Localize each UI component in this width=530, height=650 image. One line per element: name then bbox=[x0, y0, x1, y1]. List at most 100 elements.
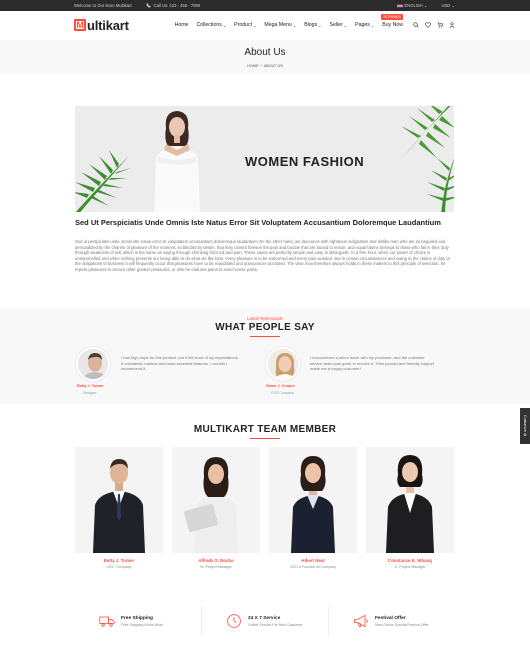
nav-item-mega-menu[interactable]: Mega Menu ⌄ bbox=[264, 22, 296, 28]
logo-text: ultikart bbox=[87, 17, 129, 33]
testimonial-item bbox=[266, 347, 300, 381]
service-item: 24 X 7 Service Online Service For New Cu… bbox=[202, 606, 329, 636]
phone-icon bbox=[146, 3, 151, 8]
phone-text: Call Us: 123 - 456 - 7890 bbox=[153, 3, 201, 8]
team-caption: Alfreda S. Rocha Sr. Project Manager bbox=[172, 553, 260, 575]
truck-icon bbox=[99, 616, 115, 627]
heart-icon[interactable] bbox=[425, 22, 431, 28]
testimonial-role: CEO Company bbox=[271, 391, 294, 395]
nav-item-label: Blogs bbox=[304, 22, 318, 28]
team-card[interactable]: Constance K. Whang Jr. Project Manager bbox=[366, 447, 454, 575]
team-caption: Betty J. Turner CEO, Company bbox=[75, 553, 163, 575]
logo[interactable]: Multikart bbox=[74, 18, 129, 33]
main-header: Multikart Home Collections ⌄ Product ⌄ Mega M… bbox=[0, 11, 530, 39]
woman-avatar-icon bbox=[268, 349, 298, 379]
service-item: Festival Offer New Online Special Festiv… bbox=[329, 606, 455, 636]
nav-item-seller[interactable]: Seller ⌄ bbox=[330, 22, 348, 28]
avatar bbox=[266, 347, 300, 381]
model-photo bbox=[154, 111, 200, 212]
buy-now-link[interactable]: 25 THEMES Buy Now bbox=[381, 14, 403, 28]
team-title: MULTIKART TEAM MEMBER bbox=[193, 424, 337, 435]
testimonial-name: Betty J. Turner bbox=[77, 384, 104, 388]
nav-item-pages[interactable]: Pages ⌄ bbox=[355, 22, 374, 28]
main-nav: Home Collections ⌄ Product ⌄ Mega Menu ⌄ Blogs ⌄… bbox=[175, 14, 403, 28]
language-label: ENGLISH bbox=[404, 3, 423, 8]
language-selector[interactable]: ENGLISH ⌄ bbox=[397, 3, 427, 8]
nav-item-label: Mega Menu bbox=[264, 22, 292, 28]
title-underline bbox=[250, 336, 280, 337]
team-member-name: Hibert Neal bbox=[301, 558, 325, 563]
page-header: About Us HOME / ABOUT US bbox=[0, 40, 530, 74]
breadcrumb-current: ABOUT US bbox=[263, 63, 283, 68]
currency-label: USD bbox=[441, 3, 451, 8]
chevron-down-icon: ⌄ bbox=[222, 22, 227, 28]
nav-item-product[interactable]: Product ⌄ bbox=[234, 22, 256, 28]
team-member-name: Constance K. Whang bbox=[388, 558, 432, 563]
palm-leaf-left-icon bbox=[75, 150, 131, 212]
chevron-down-icon: ⌄ bbox=[370, 22, 375, 28]
testimonial-name: Gwen J. Cooper bbox=[266, 384, 295, 388]
team-member-role: CEO, Company bbox=[106, 565, 132, 569]
team-member-photo bbox=[366, 447, 454, 553]
page-title: About Us bbox=[244, 46, 286, 58]
nav-item-label: Seller bbox=[329, 22, 343, 28]
testimonial-subtitle: Latest Testimonials bbox=[247, 316, 283, 321]
title-underline bbox=[250, 438, 280, 439]
team-caption: Constance K. Whang Jr. Project Manager bbox=[366, 553, 454, 575]
chevron-down-icon: ⌄ bbox=[318, 22, 322, 28]
service-item: Free Shipping Free Shipping World Wide bbox=[75, 606, 202, 636]
chevron-down-icon: ⌄ bbox=[343, 22, 348, 28]
testimonial-item bbox=[76, 347, 110, 381]
chevron-down-icon: ⌄ bbox=[423, 3, 428, 8]
palm-leaf-bottom-right-icon bbox=[427, 158, 454, 212]
service-title: Festival Offer bbox=[375, 615, 406, 621]
services-bar: Free Shipping Free Shipping World Wide 2… bbox=[75, 606, 455, 636]
service-desc: Online Service For New Customer bbox=[248, 622, 303, 627]
testimonial-section: Latest Testimonials WHAT PEOPLE SAY Bett… bbox=[0, 307, 530, 404]
team-member-name: Alfreda S. Rocha bbox=[198, 558, 234, 563]
search-icon[interactable] bbox=[413, 22, 419, 28]
chevron-down-icon: ⌄ bbox=[292, 22, 297, 28]
top-bar: Welcome to Our store Multikart Call Us: … bbox=[0, 0, 530, 11]
chevron-down-icon: ⌄ bbox=[253, 22, 257, 28]
testimonial-quote: I encountered a minor issue with my purc… bbox=[310, 355, 434, 372]
welcome-text: Welcome to Our store Multikart bbox=[74, 3, 132, 8]
team-member-photo bbox=[269, 447, 357, 553]
team-member-role: Jr. Project Manager bbox=[394, 565, 426, 569]
team-card[interactable]: Hibert Neal CEO & Founder At Company bbox=[269, 447, 357, 575]
user-icon[interactable] bbox=[449, 22, 455, 28]
nav-item-label: Home bbox=[174, 22, 189, 28]
service-title: Free Shipping bbox=[121, 615, 153, 621]
about-title: Sed Ut Perspiciatis Unde Omnis Iste Natu… bbox=[75, 218, 441, 227]
team-member-photo bbox=[75, 447, 163, 553]
testimonial-quote: I had high hope for this product, but it… bbox=[121, 355, 239, 372]
buy-now-label: Buy Now bbox=[382, 22, 403, 28]
service-desc: New Online Special Festival Offer bbox=[375, 622, 429, 627]
us-flag-icon bbox=[397, 3, 404, 8]
breadcrumb-separator: / bbox=[260, 63, 262, 68]
themes-badge: 25 THEMES bbox=[381, 14, 403, 20]
chevron-down-icon: ⌄ bbox=[451, 3, 455, 8]
testimonial-title: WHAT PEOPLE SAY bbox=[215, 322, 315, 333]
about-body: Sed ut perspiciatis unde omnis iste natu… bbox=[75, 239, 451, 272]
phone-info: Call Us: 123 - 456 - 7890 bbox=[146, 3, 201, 8]
breadcrumb: HOME / ABOUT US bbox=[247, 64, 283, 68]
service-title: 24 X 7 Service bbox=[248, 615, 281, 621]
team-card[interactable]: Betty J. Turner CEO, Company bbox=[75, 447, 163, 575]
service-desc: Free Shipping World Wide bbox=[121, 622, 163, 627]
cart-icon[interactable] bbox=[437, 22, 443, 28]
testimonial-role: Designer bbox=[83, 391, 97, 395]
currency-selector[interactable]: USD ⌄ bbox=[441, 3, 455, 8]
team-card[interactable]: Alfreda S. Rocha Sr. Project Manager bbox=[172, 447, 260, 575]
nav-item-blogs[interactable]: Blogs ⌄ bbox=[304, 22, 321, 28]
megaphone-icon bbox=[354, 614, 368, 628]
man-avatar-icon bbox=[78, 349, 108, 379]
nav-item-home[interactable]: Home bbox=[175, 22, 189, 28]
team-member-name: Betty J. Turner bbox=[103, 558, 135, 563]
clock-icon bbox=[227, 614, 241, 628]
breadcrumb-home[interactable]: HOME bbox=[247, 64, 258, 68]
nav-item-collections[interactable]: Collections ⌄ bbox=[196, 22, 226, 28]
nav-item-label: Product bbox=[234, 22, 253, 28]
about-banner: WOMEN FASHION bbox=[75, 106, 454, 212]
team-member-role: CEO & Founder At Company bbox=[289, 565, 337, 569]
